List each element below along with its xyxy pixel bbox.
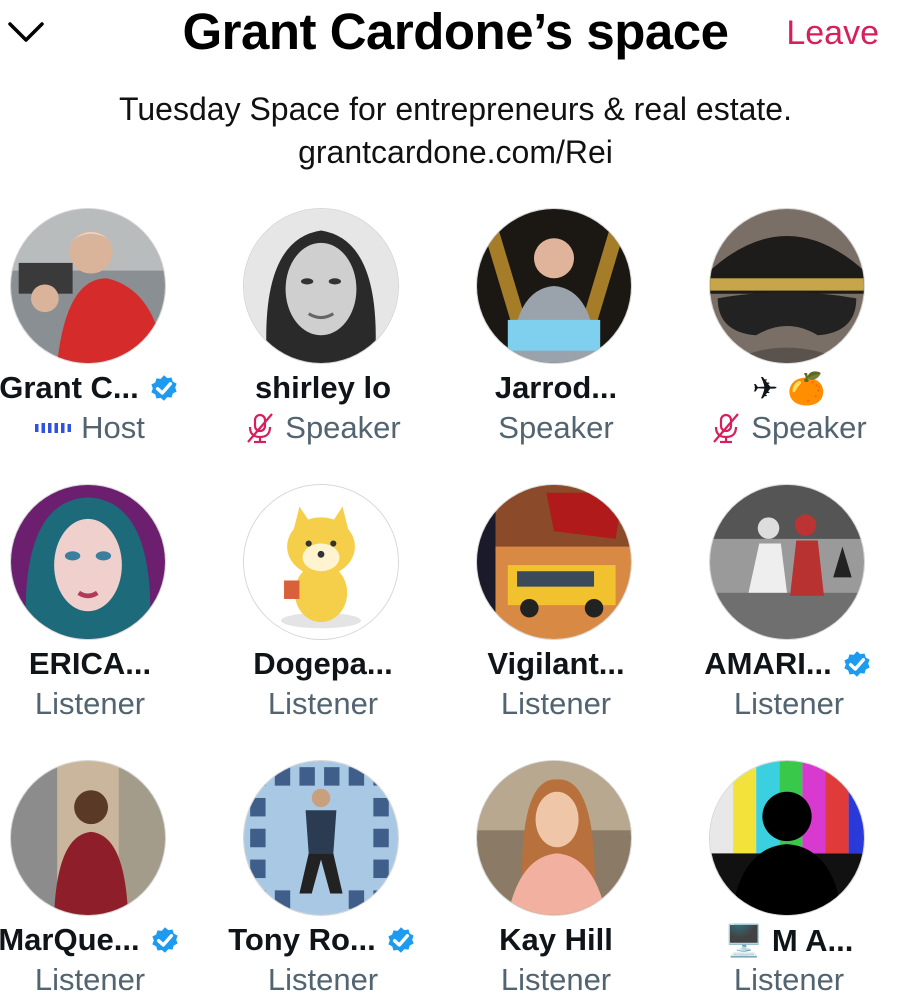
name-row: 🖥️ M A...: [679, 920, 899, 960]
avatar[interactable]: [243, 484, 399, 640]
participant-name: ✈ 🍊: [752, 370, 826, 406]
name-row: Dogepa...: [213, 644, 433, 684]
name-row: Tony Ro...: [213, 920, 433, 960]
avatar[interactable]: [243, 208, 399, 364]
avatar[interactable]: [709, 208, 865, 364]
role-row: Listener: [446, 684, 666, 724]
name-row: Vigilant...: [446, 644, 666, 684]
participant-name: Vigilant...: [487, 646, 625, 681]
participant-role: Listener: [500, 686, 612, 721]
participant-name: 🖥️ M A...: [724, 922, 854, 958]
space-header: Grant Cardone’s space Leave: [0, 0, 911, 70]
participant-role: Listener: [733, 686, 845, 721]
verified-badge-icon: [840, 647, 874, 681]
avatar[interactable]: [10, 484, 166, 640]
avatar[interactable]: [476, 484, 632, 640]
participant-role: Speaker: [285, 410, 401, 445]
role-row: Host: [0, 408, 200, 448]
name-row: shirley lo: [213, 368, 433, 408]
participant-name: MarQue...: [0, 922, 140, 957]
role-row: Listener: [446, 960, 666, 1000]
name-row: MarQue...: [0, 920, 200, 960]
name-row: Grant C...: [0, 368, 200, 408]
verified-badge-icon: [384, 923, 418, 957]
participant-name: ERICA...: [28, 646, 152, 681]
participant-role: Host: [81, 410, 145, 445]
participant-role: Speaker: [498, 410, 614, 445]
name-row: ERICA...: [0, 644, 200, 684]
role-row: Listener: [679, 684, 899, 724]
mic-muted-icon: [245, 412, 275, 444]
avatar[interactable]: [476, 208, 632, 364]
participant-role: Listener: [34, 962, 146, 997]
description-line-1: Tuesday Space for entrepreneurs & real e…: [119, 91, 792, 127]
role-row: Speaker: [213, 408, 433, 448]
name-row: ✈ 🍊: [679, 368, 899, 408]
participant-name: Tony Ro...: [228, 922, 376, 957]
space-description: Tuesday Space for entrepreneurs & real e…: [0, 88, 911, 174]
participant-name: Grant C...: [0, 370, 139, 405]
role-row: Listener: [0, 684, 200, 724]
avatar[interactable]: [709, 760, 865, 916]
participant-role: Listener: [500, 962, 612, 997]
verified-badge-icon: [147, 371, 181, 405]
description-link[interactable]: grantcardone.com/Rei: [0, 131, 911, 174]
name-row: Jarrod...: [446, 368, 666, 408]
verified-badge-icon: [148, 923, 182, 957]
name-row: Kay Hill: [446, 920, 666, 960]
role-row: Speaker: [679, 408, 899, 448]
avatar[interactable]: [243, 760, 399, 916]
role-row: Speaker: [446, 408, 666, 448]
participant-name: Kay Hill: [499, 922, 613, 957]
participant-role: Listener: [733, 962, 845, 997]
mic-muted-icon: [711, 412, 741, 444]
avatar[interactable]: [476, 760, 632, 916]
role-row: Listener: [213, 684, 433, 724]
name-row: AMARI...: [679, 644, 899, 684]
avatar[interactable]: [709, 484, 865, 640]
role-row: Listener: [0, 960, 200, 1000]
role-row: Listener: [213, 960, 433, 1000]
participant-name: Jarrod...: [494, 370, 618, 405]
participant-role: Speaker: [751, 410, 867, 445]
avatar[interactable]: [10, 208, 166, 364]
role-row: Listener: [679, 960, 899, 1000]
avatar[interactable]: [10, 760, 166, 916]
leave-button[interactable]: Leave: [786, 14, 879, 53]
participant-role: Listener: [34, 686, 146, 721]
participant-name: Dogepa...: [253, 646, 393, 681]
participant-name: AMARI...: [704, 646, 832, 681]
participant-name: shirley lo: [254, 370, 392, 405]
host-speaking-bars-icon: [35, 421, 72, 435]
participant-role: Listener: [267, 686, 379, 721]
space-title: Grant Cardone’s space: [182, 3, 729, 60]
participant-role: Listener: [267, 962, 379, 997]
